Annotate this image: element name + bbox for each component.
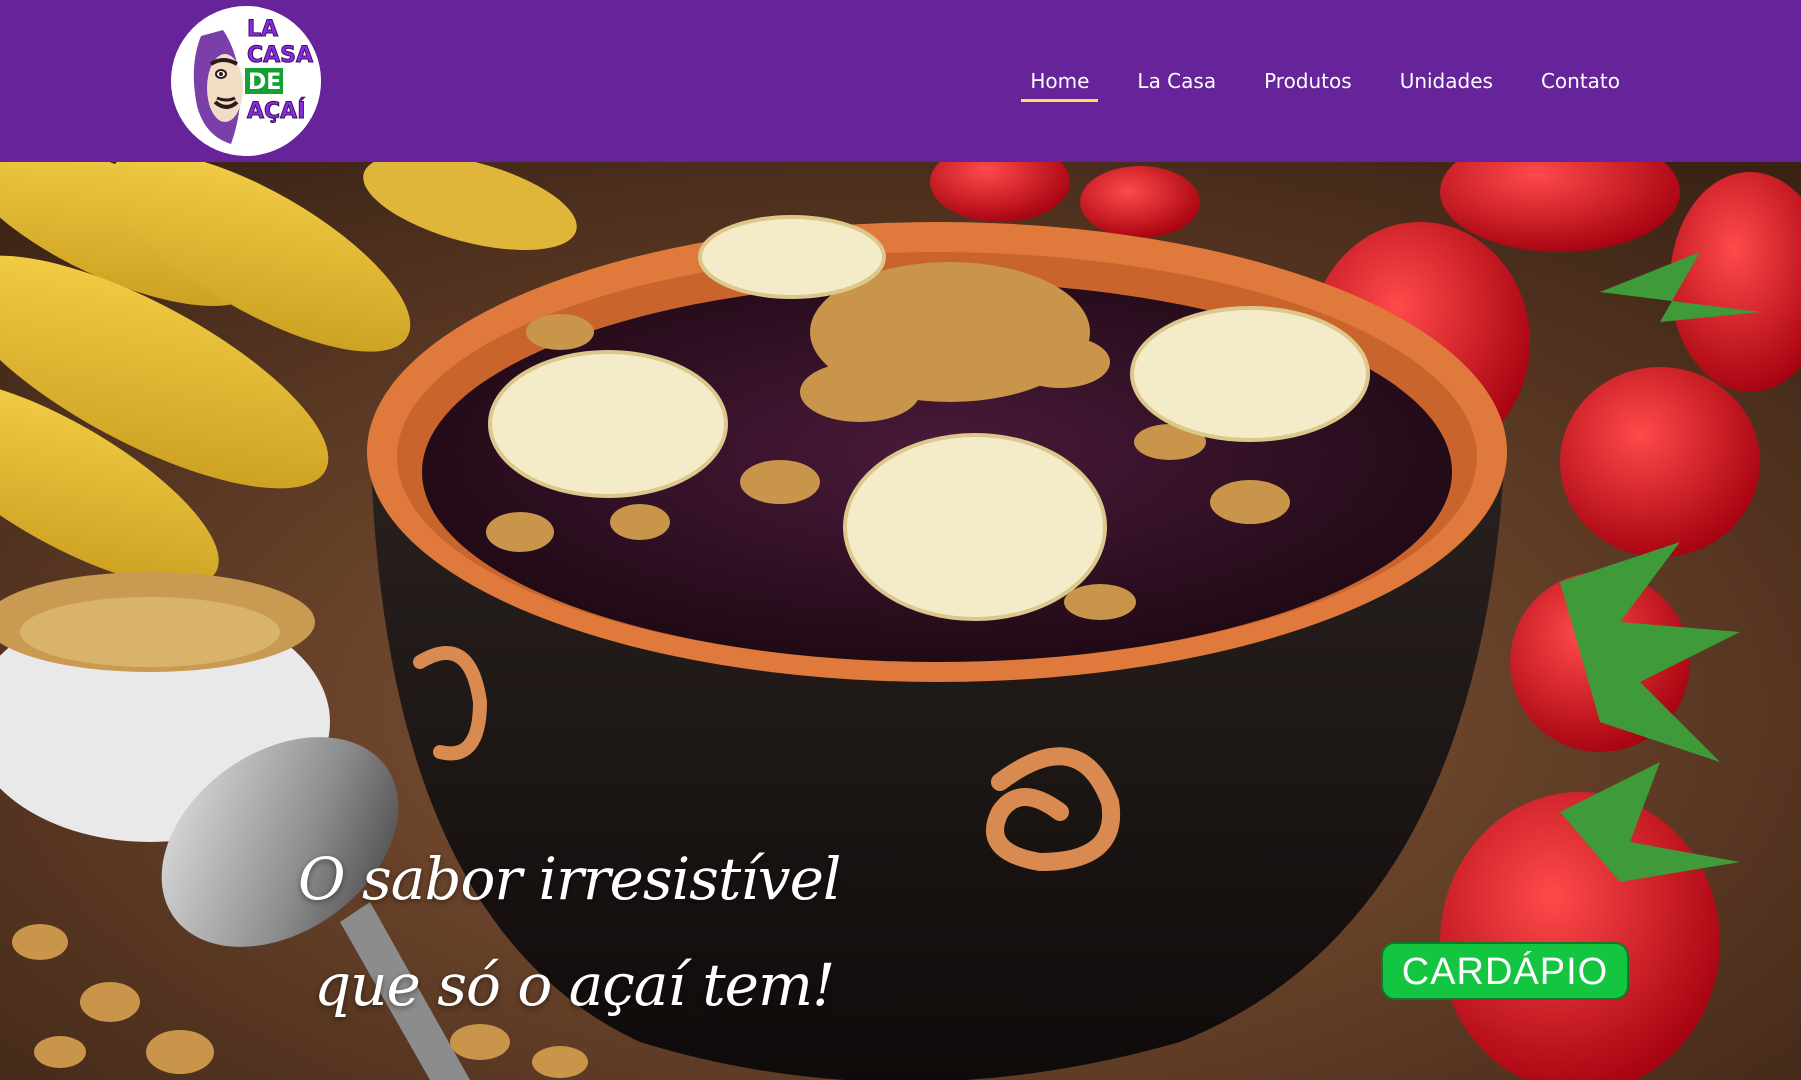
svg-text:LA: LA [247, 17, 278, 42]
nav-la-casa[interactable]: La Casa [1128, 66, 1225, 96]
hero-banner: O sabor irresistível que só o açaí tem! … [0, 162, 1801, 1080]
site-header: LA CASA DE AÇAÍ Home La Casa Produtos Un… [0, 0, 1801, 162]
tagline-line-1: O sabor irresistível [298, 845, 841, 913]
nav-contato[interactable]: Contato [1532, 66, 1629, 96]
hero-tagline: O sabor irresistível que só o açaí tem! [298, 826, 858, 1038]
menu-button[interactable]: CARDÁPIO [1381, 942, 1629, 1000]
main-nav: Home La Casa Produtos Unidades Contato [1021, 66, 1629, 102]
nav-produtos[interactable]: Produtos [1255, 66, 1361, 96]
svg-text:CASA: CASA [247, 43, 313, 68]
tagline-line-2: que só o açaí tem! [314, 951, 835, 1019]
nav-home[interactable]: Home [1021, 66, 1099, 102]
svg-text:DE: DE [248, 70, 281, 95]
nav-unidades[interactable]: Unidades [1391, 66, 1502, 96]
logo-artwork: LA CASA DE AÇAÍ [171, 6, 321, 156]
brand-logo[interactable]: LA CASA DE AÇAÍ [171, 6, 321, 156]
svg-text:AÇAÍ: AÇAÍ [247, 98, 305, 124]
